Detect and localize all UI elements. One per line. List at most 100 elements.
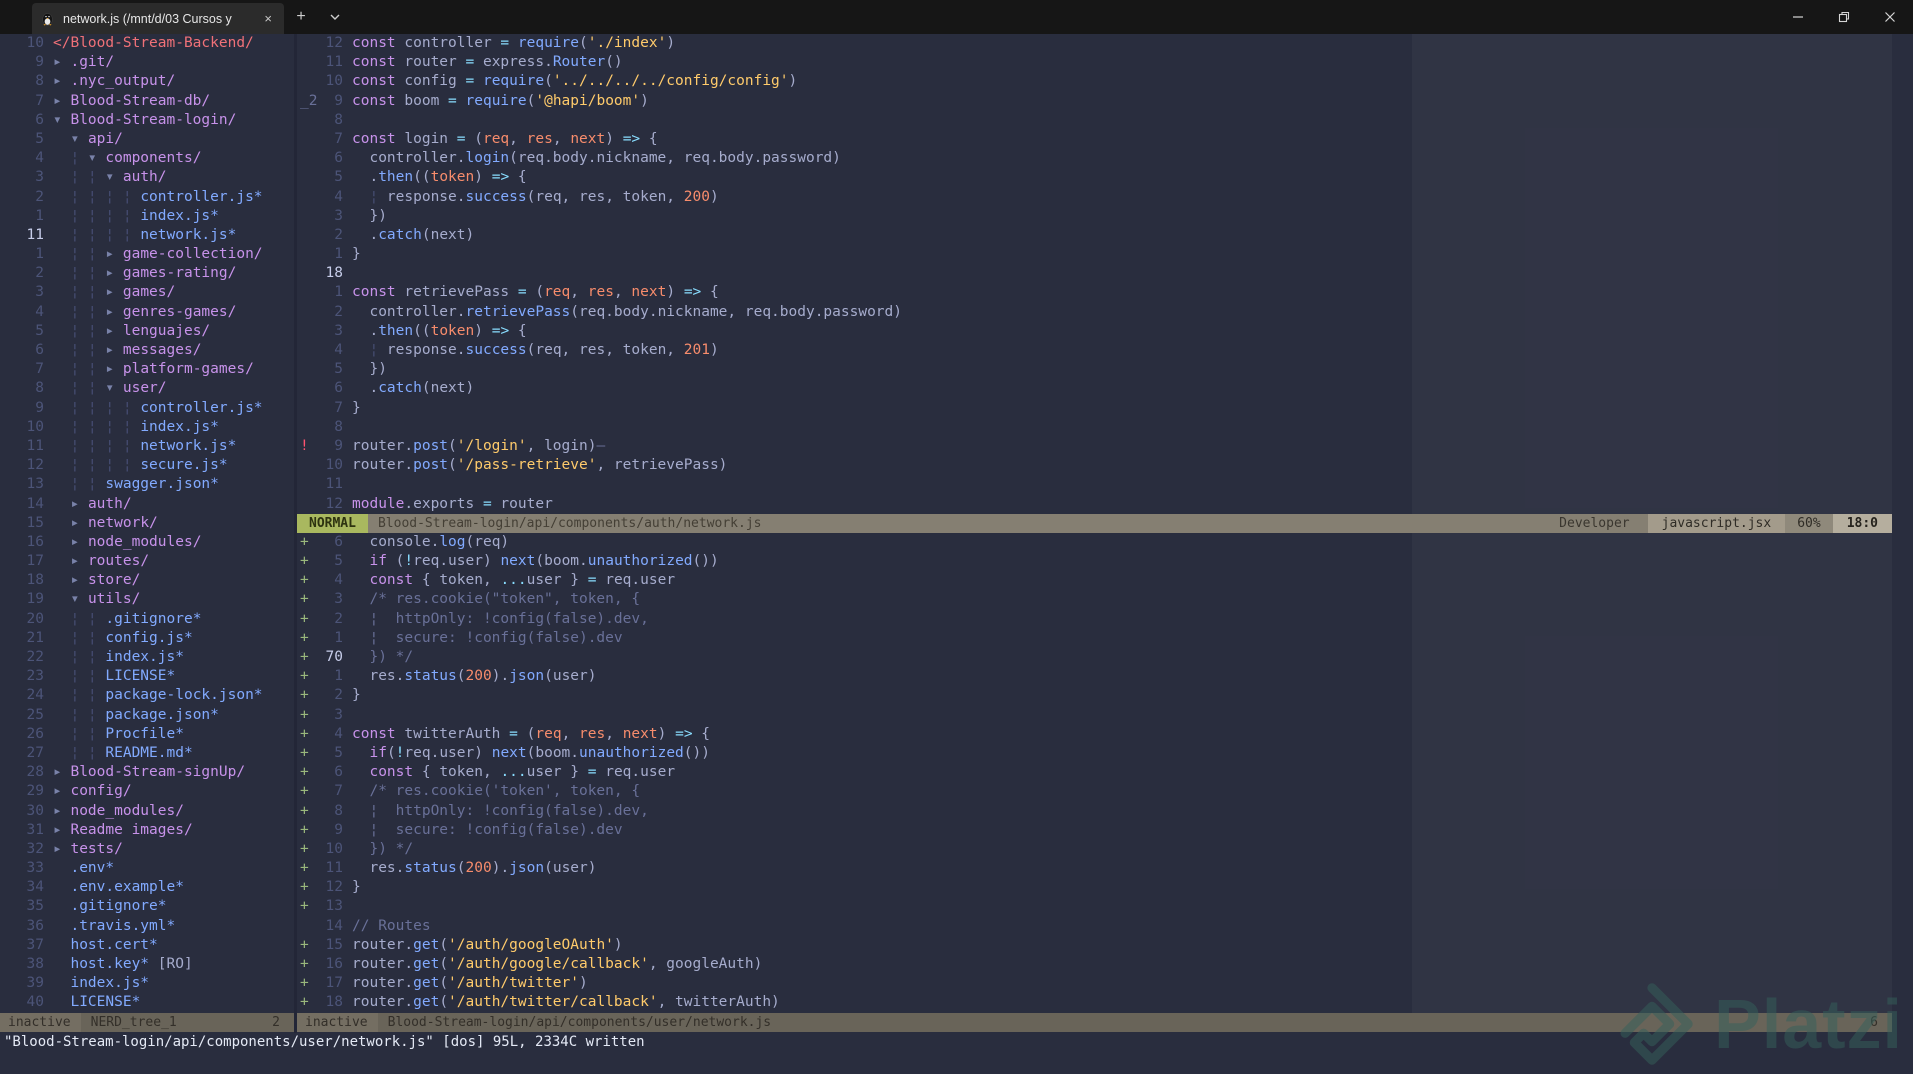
code-row[interactable]: 4 ¦ response.success(req, res, token, 20… [297,188,1892,207]
tree-row[interactable]: 11 ¦ ¦ ¦ ¦ network.js* [0,437,294,456]
tree-row[interactable]: 23 ¦ ¦ LICENSE* [0,667,294,686]
code-row[interactable]: 12 const controller = require('./index') [297,34,1892,53]
tree-row[interactable]: 36 .travis.yml* [0,917,294,936]
tree-row[interactable]: 3 ¦ ¦ ▸ games/ [0,283,294,302]
code-row[interactable]: 1 const retrievePass = (req, res, next) =… [297,283,1892,302]
tree-row[interactable]: 3 ¦ ¦ ▾ auth/ [0,168,294,187]
tab-dropdown-button[interactable] [318,0,352,34]
code-row[interactable]: +11 res.status(200).json(user) [297,859,1892,878]
code-row[interactable]: +15 router.get('/auth/googleOAuth') [297,936,1892,955]
tree-row[interactable]: 2 ¦ ¦ ▸ games-rating/ [0,264,294,283]
tree-row[interactable]: 34 .env.example* [0,878,294,897]
code-row[interactable]: 11 [297,475,1892,494]
tree-row[interactable]: 11 ¦ ¦ ¦ ¦ network.js* [0,226,294,245]
code-row[interactable]: 2 .catch(next) [297,226,1892,245]
tree-row[interactable]: 16 ▸ node_modules/ [0,533,294,552]
code-row[interactable]: 6 .catch(next) [297,379,1892,398]
tree-row[interactable]: 6 ▾ Blood-Stream-login/ [0,111,294,130]
code-row[interactable]: 3 .then((token) => { [297,322,1892,341]
code-row[interactable]: +18 router.get('/auth/twitter/callback', … [297,993,1892,1012]
tree-row[interactable]: 40 LICENSE* [0,993,294,1012]
tree-row[interactable]: 19 ▾ utils/ [0,590,294,609]
tree-row[interactable]: 35 .gitignore* [0,897,294,916]
tree-row[interactable]: 18 ▸ store/ [0,571,294,590]
code-row[interactable]: 7 const login = (req, res, next) => { [297,130,1892,149]
code-row[interactable]: +4 const { token, ...user } = req.user [297,571,1892,590]
minimize-button[interactable] [1775,0,1821,34]
tree-row[interactable]: 15 ▸ network/ [0,514,294,533]
tree-row[interactable]: 7 ¦ ¦ ▸ platform-games/ [0,360,294,379]
code-row[interactable]: +2 ¦ httpOnly: !config(false).dev, [297,610,1892,629]
tree-row[interactable]: 5 ▾ api/ [0,130,294,149]
tree-row[interactable]: 33 .env* [0,859,294,878]
new-tab-button[interactable]: + [284,0,318,34]
code-row[interactable]: +70 }) */ [297,648,1892,667]
tree-row[interactable]: 25 ¦ ¦ package.json* [0,706,294,725]
tree-row[interactable]: 1 ¦ ¦ ¦ ¦ index.js* [0,207,294,226]
code-row[interactable]: _2 9 const boom = require('@hapi/boom') [297,92,1892,111]
code-row[interactable]: 5 .then((token) => { [297,168,1892,187]
terminal-tab[interactable]: network.js (/mnt/d/03 Cursos y × [32,3,284,34]
tree-row[interactable]: 17 ▸ routes/ [0,552,294,571]
code-row[interactable]: +3 [297,706,1892,725]
tree-row[interactable]: 37 host.cert* [0,936,294,955]
code-row[interactable]: +10 }) */ [297,840,1892,859]
code-row[interactable]: 2 controller.retrievePass(req.body.nickn… [297,303,1892,322]
code-row[interactable]: 5 }) [297,360,1892,379]
tree-row[interactable]: 10 </Blood-Stream-Backend/ [0,34,294,53]
code-row[interactable]: +9 ¦ secure: !config(false).dev [297,821,1892,840]
code-row[interactable]: +5 if (!req.user) next(boom.unauthorized… [297,552,1892,571]
code-row[interactable]: 10 const config = require('../../../../co… [297,72,1892,91]
tree-row[interactable]: 31 ▸ Readme images/ [0,821,294,840]
tree-row[interactable]: 30 ▸ node_modules/ [0,802,294,821]
code-row[interactable]: 18 [297,264,1892,283]
tree-row[interactable]: 9 ▸ .git/ [0,53,294,72]
code-row[interactable]: +6 console.log(req) [297,533,1892,552]
tree-row[interactable]: 4 ¦ ▾ components/ [0,149,294,168]
tree-row[interactable]: 13 ¦ ¦ swagger.json* [0,475,294,494]
tree-row[interactable]: 8 ¦ ¦ ▾ user/ [0,379,294,398]
tree-row[interactable]: 21 ¦ ¦ config.js* [0,629,294,648]
tree-row[interactable]: 8 ▸ .nyc_output/ [0,72,294,91]
tree-row[interactable]: 5 ¦ ¦ ▸ lenguajes/ [0,322,294,341]
tree-row[interactable]: 39 index.js* [0,974,294,993]
code-row[interactable]: 12 module.exports = router [297,495,1892,514]
tree-row[interactable]: 2 ¦ ¦ ¦ ¦ controller.js* [0,188,294,207]
code-row[interactable]: +6 const { token, ...user } = req.user [297,763,1892,782]
tree-row[interactable]: 6 ¦ ¦ ▸ messages/ [0,341,294,360]
tree-row[interactable]: 14 ▸ auth/ [0,495,294,514]
tree-row[interactable]: 1 ¦ ¦ ▸ game-collection/ [0,245,294,264]
tree-row[interactable]: 9 ¦ ¦ ¦ ¦ controller.js* [0,399,294,418]
code-row[interactable]: ! 9 router.post('/login', login)– [297,437,1892,456]
code-row[interactable]: +2} [297,686,1892,705]
code-row[interactable]: +16 router.get('/auth/google/callback', g… [297,955,1892,974]
code-row[interactable]: +5 if(!req.user) next(boom.unauthorized(… [297,744,1892,763]
maximize-button[interactable] [1821,0,1867,34]
tree-row[interactable]: 26 ¦ ¦ Procfile* [0,725,294,744]
code-row[interactable]: +1 res.status(200).json(user) [297,667,1892,686]
code-row[interactable]: +1 ¦ secure: !config(false).dev [297,629,1892,648]
code-row[interactable]: 10 router.post('/pass-retrieve', retrieve… [297,456,1892,475]
code-row[interactable]: 3 }) [297,207,1892,226]
tree-row[interactable]: 24 ¦ ¦ package-lock.json* [0,686,294,705]
tree-row[interactable]: 22 ¦ ¦ index.js* [0,648,294,667]
tree-row[interactable]: 20 ¦ ¦ .gitignore* [0,610,294,629]
tree-row[interactable]: 28 ▸ Blood-Stream-signUp/ [0,763,294,782]
code-row[interactable]: +12} [297,878,1892,897]
tree-row[interactable]: 38 host.key* [RO] [0,955,294,974]
code-row[interactable]: +8 ¦ httpOnly: !config(false).dev, [297,802,1892,821]
code-row[interactable]: 14 // Routes [297,917,1892,936]
tree-row[interactable]: 29 ▸ config/ [0,782,294,801]
code-row[interactable]: 1} [297,245,1892,264]
close-button[interactable] [1867,0,1913,34]
tree-row[interactable]: 10 ¦ ¦ ¦ ¦ index.js* [0,418,294,437]
code-row[interactable]: 7} [297,399,1892,418]
code-row[interactable]: +4 const twitterAuth = (req, res, next) =… [297,725,1892,744]
code-row[interactable]: 8 [297,418,1892,437]
code-row[interactable]: +7 /* res.cookie('token', token, { [297,782,1892,801]
code-row[interactable]: +3 /* res.cookie("token", token, { [297,590,1892,609]
tree-row[interactable]: 27 ¦ ¦ README.md* [0,744,294,763]
code-row[interactable]: 6 controller.login(req.body.nickname, re… [297,149,1892,168]
code-row[interactable]: +13 [297,897,1892,916]
code-row[interactable]: 11 const router = express.Router() [297,53,1892,72]
